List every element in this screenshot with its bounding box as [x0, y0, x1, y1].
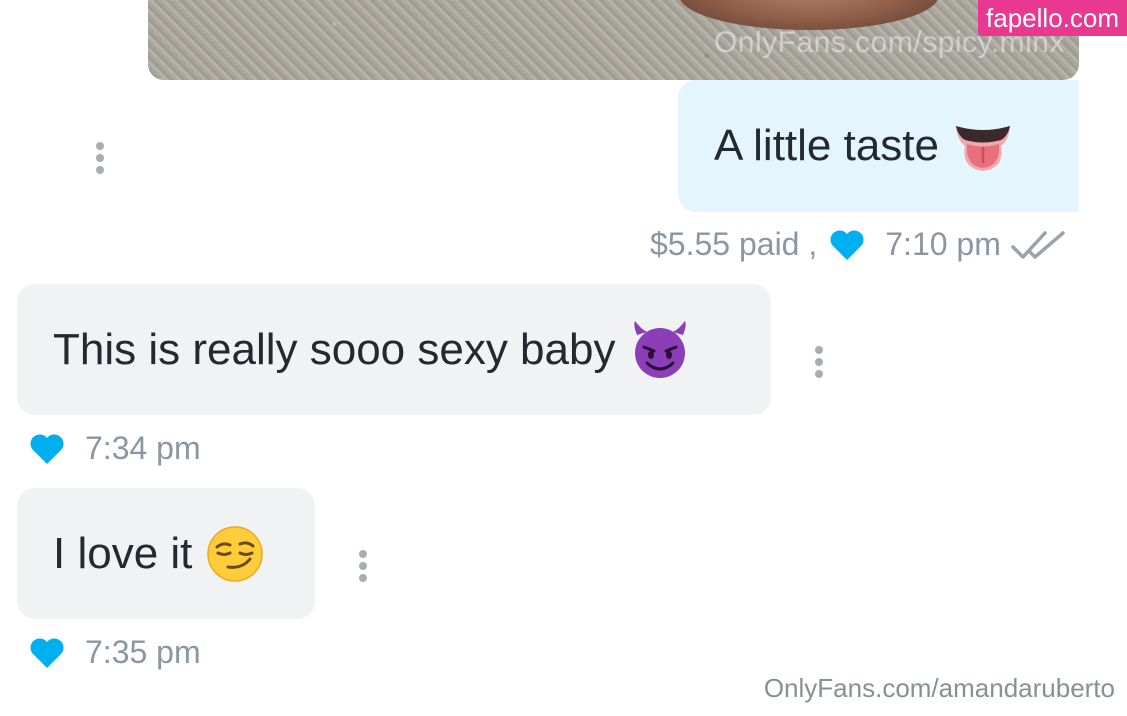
smiling-devil-emoji	[629, 320, 691, 379]
message-time: 7:34 pm	[85, 430, 201, 466]
kebab-dot	[359, 574, 367, 582]
kebab-dot	[96, 166, 104, 174]
footer-watermark: OnlyFans.com/amandaruberto	[763, 673, 1115, 703]
kebab-dot	[96, 154, 104, 162]
kebab-dot	[815, 346, 823, 354]
message-meta-received: 7:35 pm	[29, 634, 201, 671]
kebab-dot	[815, 358, 823, 366]
message-bubble-sent[interactable]: A little taste	[678, 80, 1079, 212]
kebab-dot	[815, 370, 823, 378]
heart-icon[interactable]	[29, 637, 65, 669]
kebab-dot	[96, 142, 104, 150]
message-more-menu[interactable]	[358, 550, 368, 582]
message-text: I love it	[53, 528, 193, 578]
message-meta-sent: $5.55 paid , 7:10 pm	[650, 226, 1067, 263]
message-meta-received: 7:34 pm	[29, 430, 201, 467]
smirking-face-emoji	[206, 525, 264, 583]
message-time: 7:10 pm	[885, 226, 1001, 262]
heart-icon[interactable]	[29, 433, 65, 465]
kebab-dot	[359, 562, 367, 570]
message-time: 7:35 pm	[85, 634, 201, 670]
message-bubble-received[interactable]: This is really sooo sexy baby	[17, 284, 771, 415]
message-bubble-received[interactable]: I love it	[17, 488, 315, 619]
message-more-menu[interactable]	[95, 142, 105, 174]
price-paid-text: $5.55 paid ,	[650, 226, 818, 262]
message-text: A little taste	[714, 121, 940, 170]
message-more-menu[interactable]	[814, 346, 824, 378]
double-check-icon	[1011, 229, 1067, 261]
message-media-image[interactable]: OnlyFans.com/spicy.minx	[148, 0, 1079, 80]
tongue-emoji	[953, 118, 1013, 174]
site-watermark-badge: fapello.com	[978, 0, 1127, 36]
message-text: This is really sooo sexy baby	[53, 324, 616, 374]
kebab-dot	[359, 550, 367, 558]
heart-icon[interactable]	[829, 229, 865, 261]
